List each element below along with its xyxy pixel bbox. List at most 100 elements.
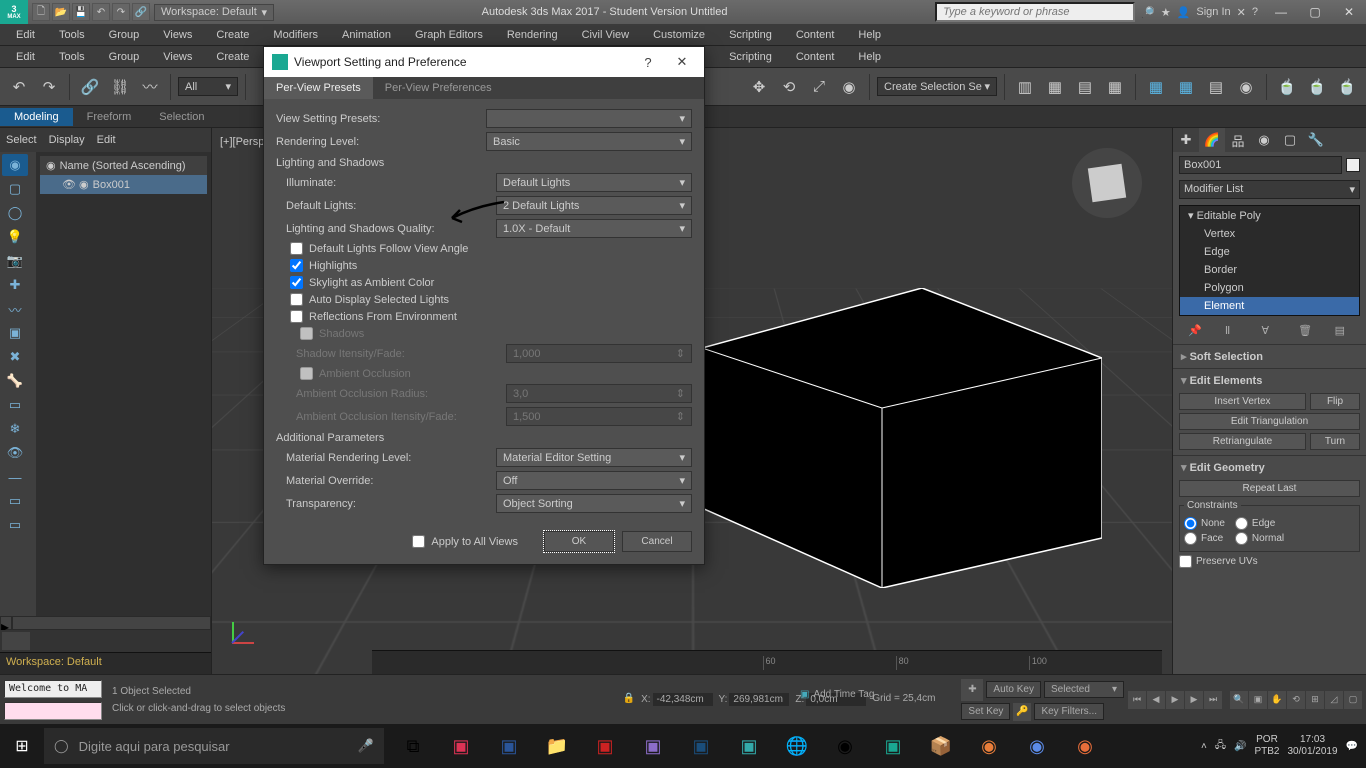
menu-item[interactable]: Graph Editors	[405, 27, 493, 43]
undo-icon[interactable]: ↶	[6, 74, 32, 100]
dialog-close-button[interactable]: ✕	[668, 51, 696, 73]
maxscript-output[interactable]	[4, 702, 102, 720]
dialog-help-button[interactable]: ?	[634, 51, 662, 73]
app-3dsmax-icon[interactable]: ▣	[870, 724, 916, 768]
maximize-button[interactable]: ▢	[1298, 0, 1332, 24]
sign-in-link[interactable]: Sign In	[1196, 6, 1230, 18]
menu-item[interactable]: Views	[153, 49, 202, 65]
app-photoshop-icon[interactable]: ▣	[678, 724, 724, 768]
stack-edge[interactable]: Edge	[1180, 243, 1359, 261]
tray-lang[interactable]: PORPTB2	[1254, 734, 1279, 758]
toggle-icon[interactable]: ▦	[1102, 74, 1128, 100]
tab-per-view-presets[interactable]: Per-View Presets	[264, 77, 373, 99]
view-presets-dropdown[interactable]: ▾	[486, 109, 692, 128]
close-button[interactable]: ✕	[1332, 0, 1366, 24]
qat-new-icon[interactable]: 🗋	[32, 3, 50, 21]
misc2-icon[interactable]: ▭	[2, 490, 28, 512]
lighting-quality-dropdown[interactable]: 1.0X - Default▾	[496, 219, 692, 238]
view-cube[interactable]	[1072, 148, 1142, 218]
menu-item[interactable]: Help	[848, 27, 891, 43]
material-level-dropdown[interactable]: Material Editor Setting▾	[496, 448, 692, 467]
menu-item[interactable]: Help	[848, 49, 891, 65]
menu-item[interactable]: Modifiers	[263, 27, 328, 43]
tray-clock[interactable]: 17:0330/01/2019	[1287, 734, 1337, 758]
play-icon[interactable]: ▶	[1166, 691, 1184, 709]
menu-item[interactable]: Rendering	[497, 27, 568, 43]
key-filter-selected[interactable]: Selected▾	[1044, 681, 1124, 698]
help-search-input[interactable]	[935, 2, 1135, 22]
favorites-icon[interactable]: ★	[1161, 6, 1171, 19]
menu-item[interactable]: Tools	[49, 49, 95, 65]
viewport-object-box[interactable]	[702, 288, 1102, 588]
app-pycharm-icon[interactable]: ▣	[726, 724, 772, 768]
modifier-stack[interactable]: ▾ Editable Poly Vertex Edge Border Polyg…	[1179, 205, 1360, 316]
menu-item[interactable]: Views	[153, 27, 202, 43]
rollout-edit-geometry[interactable]: Edit Geometry	[1179, 458, 1360, 477]
qat-undo-icon[interactable]: ↶	[92, 3, 110, 21]
help-icon[interactable]: ?	[1252, 6, 1258, 18]
user-icon[interactable]: 👤	[1177, 6, 1191, 19]
chk-skylight-ambient[interactable]: Skylight as Ambient Color	[290, 276, 692, 289]
redo-icon[interactable]: ↷	[36, 74, 62, 100]
scene-tree-header[interactable]: ◉ Name (Sorted Ascending)	[40, 156, 207, 175]
chk-shadows[interactable]: Shadows	[300, 327, 692, 340]
create-tab-icon[interactable]: ✚	[1173, 128, 1199, 152]
scale-icon[interactable]: ⤢	[806, 74, 832, 100]
menu-item[interactable]: Create	[206, 49, 259, 65]
misc3-icon[interactable]: ▭	[2, 514, 28, 536]
bone-filter-icon[interactable]: 🦴	[2, 370, 28, 392]
modify-tab-icon[interactable]: 🌈	[1199, 128, 1225, 152]
menu-item[interactable]: Group	[99, 27, 150, 43]
goto-start-icon[interactable]: ⏮	[1128, 691, 1146, 709]
add-time-tag[interactable]: Add Time Tag	[813, 689, 874, 700]
object-color-swatch[interactable]	[1346, 158, 1360, 172]
xrefs-filter-icon[interactable]: ✖	[2, 346, 28, 368]
transparency-dropdown[interactable]: Object Sorting▾	[496, 494, 692, 513]
zoom-all-icon[interactable]: ▣	[1249, 691, 1267, 709]
preserve-uvs-check[interactable]: Preserve UVs	[1179, 555, 1360, 568]
qat-save-icon[interactable]: 💾	[72, 3, 90, 21]
menu-item[interactable]: Edit	[6, 49, 45, 65]
render-frame-icon[interactable]: 🍵	[1304, 74, 1330, 100]
qat-redo-icon[interactable]: ↷	[112, 3, 130, 21]
mirror-icon[interactable]: ▥	[1012, 74, 1038, 100]
curve-editor-icon[interactable]: ▦	[1143, 74, 1169, 100]
rendering-level-dropdown[interactable]: Basic▾	[486, 132, 692, 151]
bind-icon[interactable]: 〰	[137, 74, 163, 100]
taskview-icon[interactable]: ⧉	[390, 724, 436, 768]
align-icon[interactable]: ▦	[1042, 74, 1068, 100]
workspace-selector[interactable]: Workspace: Default▾	[154, 4, 274, 21]
orbit-icon[interactable]: ⟲	[1287, 691, 1305, 709]
menu-item[interactable]: Edit	[6, 27, 45, 43]
time-ruler[interactable]: 60 80 100	[372, 650, 1162, 674]
stack-root[interactable]: ▾ Editable Poly	[1180, 206, 1359, 225]
menu-item[interactable]: Tools	[49, 27, 95, 43]
object-name-field[interactable]: Box001	[1179, 156, 1342, 174]
menu-item[interactable]: Content	[786, 27, 845, 43]
motion-tab-icon[interactable]: ◉	[1251, 128, 1277, 152]
tray-volume-icon[interactable]: 🔊	[1234, 741, 1246, 752]
mic-icon[interactable]: 🎤	[358, 738, 374, 754]
chk-highlights[interactable]: Highlights	[290, 259, 692, 272]
insert-vertex-button[interactable]: Insert Vertex	[1179, 393, 1306, 410]
autokey-toggle-icon[interactable]: ✚	[961, 679, 983, 701]
hidden-filter-icon[interactable]: 👁	[2, 442, 28, 464]
autokey-button[interactable]: Auto Key	[986, 681, 1041, 698]
cancel-button[interactable]: Cancel	[622, 531, 692, 552]
app-word-icon[interactable]: ▣	[486, 724, 532, 768]
coord-y[interactable]: 269,981cm	[729, 693, 789, 706]
start-button[interactable]: ⊞	[0, 724, 44, 768]
cameras-filter-icon[interactable]: 📷	[2, 250, 28, 272]
ribbon-tab-modeling[interactable]: Modeling	[0, 108, 73, 126]
menu-item[interactable]: Scripting	[719, 49, 782, 65]
render-icon[interactable]: 🍵	[1334, 74, 1360, 100]
taskbar-search[interactable]: ◯Digite aqui para pesquisar🎤	[44, 728, 384, 764]
app-unreal-icon[interactable]: ◉	[822, 724, 868, 768]
pin-stack-icon[interactable]: 📌	[1188, 324, 1204, 340]
named-selection[interactable]: Create Selection Se▾	[877, 77, 997, 96]
app-godot-icon[interactable]: ◉	[1014, 724, 1060, 768]
scene-tree-item[interactable]: 👁 ◉ Box001	[40, 175, 207, 194]
app-blender-icon[interactable]: ◉	[966, 724, 1012, 768]
tray-notifications-icon[interactable]: 💬	[1346, 741, 1358, 752]
default-lights-dropdown[interactable]: 2 Default Lights▾	[496, 196, 692, 215]
